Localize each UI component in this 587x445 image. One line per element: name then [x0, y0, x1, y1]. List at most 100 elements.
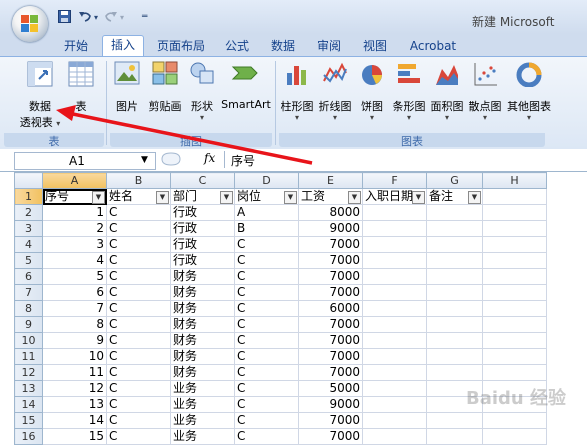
cell[interactable]: C — [234, 348, 299, 365]
cell[interactable] — [426, 300, 483, 317]
other-charts-button[interactable]: 其他图表 ▾ — [505, 61, 553, 122]
cell[interactable]: 财务 — [170, 300, 235, 317]
tab-acrobat[interactable]: Acrobat — [404, 37, 462, 56]
filter-dropdown-icon[interactable]: ▼ — [284, 191, 297, 204]
row-header[interactable]: 6 — [14, 268, 43, 285]
cell[interactable]: 8000 — [298, 204, 363, 221]
cell[interactable]: 7000 — [298, 268, 363, 285]
row-header[interactable]: 16 — [14, 428, 43, 445]
cell[interactable]: C — [234, 268, 299, 285]
cell[interactable]: C — [106, 348, 171, 365]
cell[interactable]: 14 — [42, 412, 107, 429]
cell[interactable]: C — [234, 236, 299, 253]
filter-dropdown-icon[interactable]: ▼ — [156, 191, 169, 204]
row-header[interactable]: 1 — [14, 188, 43, 205]
filter-dropdown-icon[interactable]: ▼ — [92, 191, 105, 204]
cell[interactable]: 业务 — [170, 380, 235, 397]
column-header[interactable]: A — [42, 172, 107, 189]
row-header[interactable]: 15 — [14, 412, 43, 429]
cell[interactable]: 序号 ▼ — [42, 188, 107, 205]
area-chart-button[interactable]: 面积图 ▾ — [429, 61, 465, 122]
cell[interactable] — [362, 300, 427, 317]
row-header[interactable]: 12 — [14, 364, 43, 381]
cell[interactable]: 财务 — [170, 348, 235, 365]
cell[interactable]: C — [106, 412, 171, 429]
row-header[interactable]: 11 — [14, 348, 43, 365]
cell[interactable] — [482, 332, 547, 349]
cell[interactable]: C — [106, 204, 171, 221]
cell[interactable] — [482, 316, 547, 333]
pie-chart-button[interactable]: 饼图 ▾ — [355, 61, 389, 122]
cell[interactable]: 9 — [42, 332, 107, 349]
cell[interactable]: C — [106, 396, 171, 413]
cell[interactable]: 6 — [42, 284, 107, 301]
cell[interactable]: C — [234, 364, 299, 381]
cell[interactable] — [482, 204, 547, 221]
pivot-table-button[interactable]: 数据 透视表 ▾ — [18, 61, 62, 130]
cell[interactable] — [426, 412, 483, 429]
cell[interactable] — [426, 268, 483, 285]
cell[interactable]: B — [234, 220, 299, 237]
column-header[interactable]: H — [482, 172, 547, 189]
cell[interactable]: 财务 — [170, 284, 235, 301]
cell[interactable]: 5 — [42, 268, 107, 285]
cell[interactable]: 7 — [42, 300, 107, 317]
cell[interactable]: C — [106, 332, 171, 349]
shapes-button[interactable]: 形状 ▾ — [186, 61, 218, 122]
smartart-button[interactable]: SmartArt — [220, 61, 272, 111]
tab-review[interactable]: 审阅 — [310, 37, 348, 56]
cell[interactable]: 岗位 ▼ — [234, 188, 299, 205]
tab-insert[interactable]: 插入 — [102, 35, 144, 57]
cell[interactable]: C — [106, 316, 171, 333]
formula-input[interactable]: 序号 — [224, 151, 575, 168]
cell[interactable]: C — [106, 380, 171, 397]
cell[interactable]: C — [234, 316, 299, 333]
cell[interactable]: C — [106, 364, 171, 381]
filter-dropdown-icon[interactable]: ▼ — [220, 191, 233, 204]
cell[interactable]: 2 — [42, 220, 107, 237]
cell[interactable] — [362, 236, 427, 253]
cell[interactable]: 行政 — [170, 220, 235, 237]
cell[interactable]: 业务 — [170, 412, 235, 429]
cell[interactable] — [362, 364, 427, 381]
bar-chart-button[interactable]: 条形图 ▾ — [391, 61, 427, 122]
cell[interactable]: C — [234, 284, 299, 301]
cell[interactable]: C — [106, 268, 171, 285]
cell[interactable] — [482, 284, 547, 301]
cell[interactable]: 7000 — [298, 236, 363, 253]
line-chart-button[interactable]: 折线图 ▾ — [317, 61, 353, 122]
cell[interactable] — [426, 220, 483, 237]
cell[interactable] — [426, 252, 483, 269]
cell[interactable]: 7000 — [298, 332, 363, 349]
cell[interactable]: C — [234, 380, 299, 397]
cell[interactable]: C — [106, 220, 171, 237]
cell[interactable] — [362, 348, 427, 365]
cell[interactable] — [362, 284, 427, 301]
cell[interactable]: 9000 — [298, 396, 363, 413]
row-header[interactable]: 9 — [14, 316, 43, 333]
cell[interactable]: 13 — [42, 396, 107, 413]
row-header[interactable]: 3 — [14, 220, 43, 237]
cell[interactable] — [426, 316, 483, 333]
office-button[interactable] — [12, 6, 48, 42]
cell[interactable] — [482, 428, 547, 445]
tab-home[interactable]: 开始 — [56, 37, 96, 56]
cell[interactable] — [482, 268, 547, 285]
row-header[interactable]: 5 — [14, 252, 43, 269]
insert-function-icon[interactable]: fx — [204, 151, 215, 165]
cell[interactable]: C — [234, 300, 299, 317]
redo-icon[interactable] — [104, 10, 118, 26]
cell[interactable]: C — [106, 236, 171, 253]
cell[interactable]: 行政 — [170, 252, 235, 269]
cell[interactable] — [362, 412, 427, 429]
row-header[interactable]: 2 — [14, 204, 43, 221]
cell[interactable] — [482, 300, 547, 317]
cell[interactable]: 业务 — [170, 428, 235, 445]
cell[interactable] — [482, 188, 547, 205]
row-header[interactable]: 13 — [14, 380, 43, 397]
name-box[interactable]: A1 ▼ — [14, 152, 156, 170]
cell[interactable]: 6000 — [298, 300, 363, 317]
cell[interactable] — [362, 380, 427, 397]
cell[interactable]: 9000 — [298, 220, 363, 237]
cell[interactable]: 财务 — [170, 268, 235, 285]
